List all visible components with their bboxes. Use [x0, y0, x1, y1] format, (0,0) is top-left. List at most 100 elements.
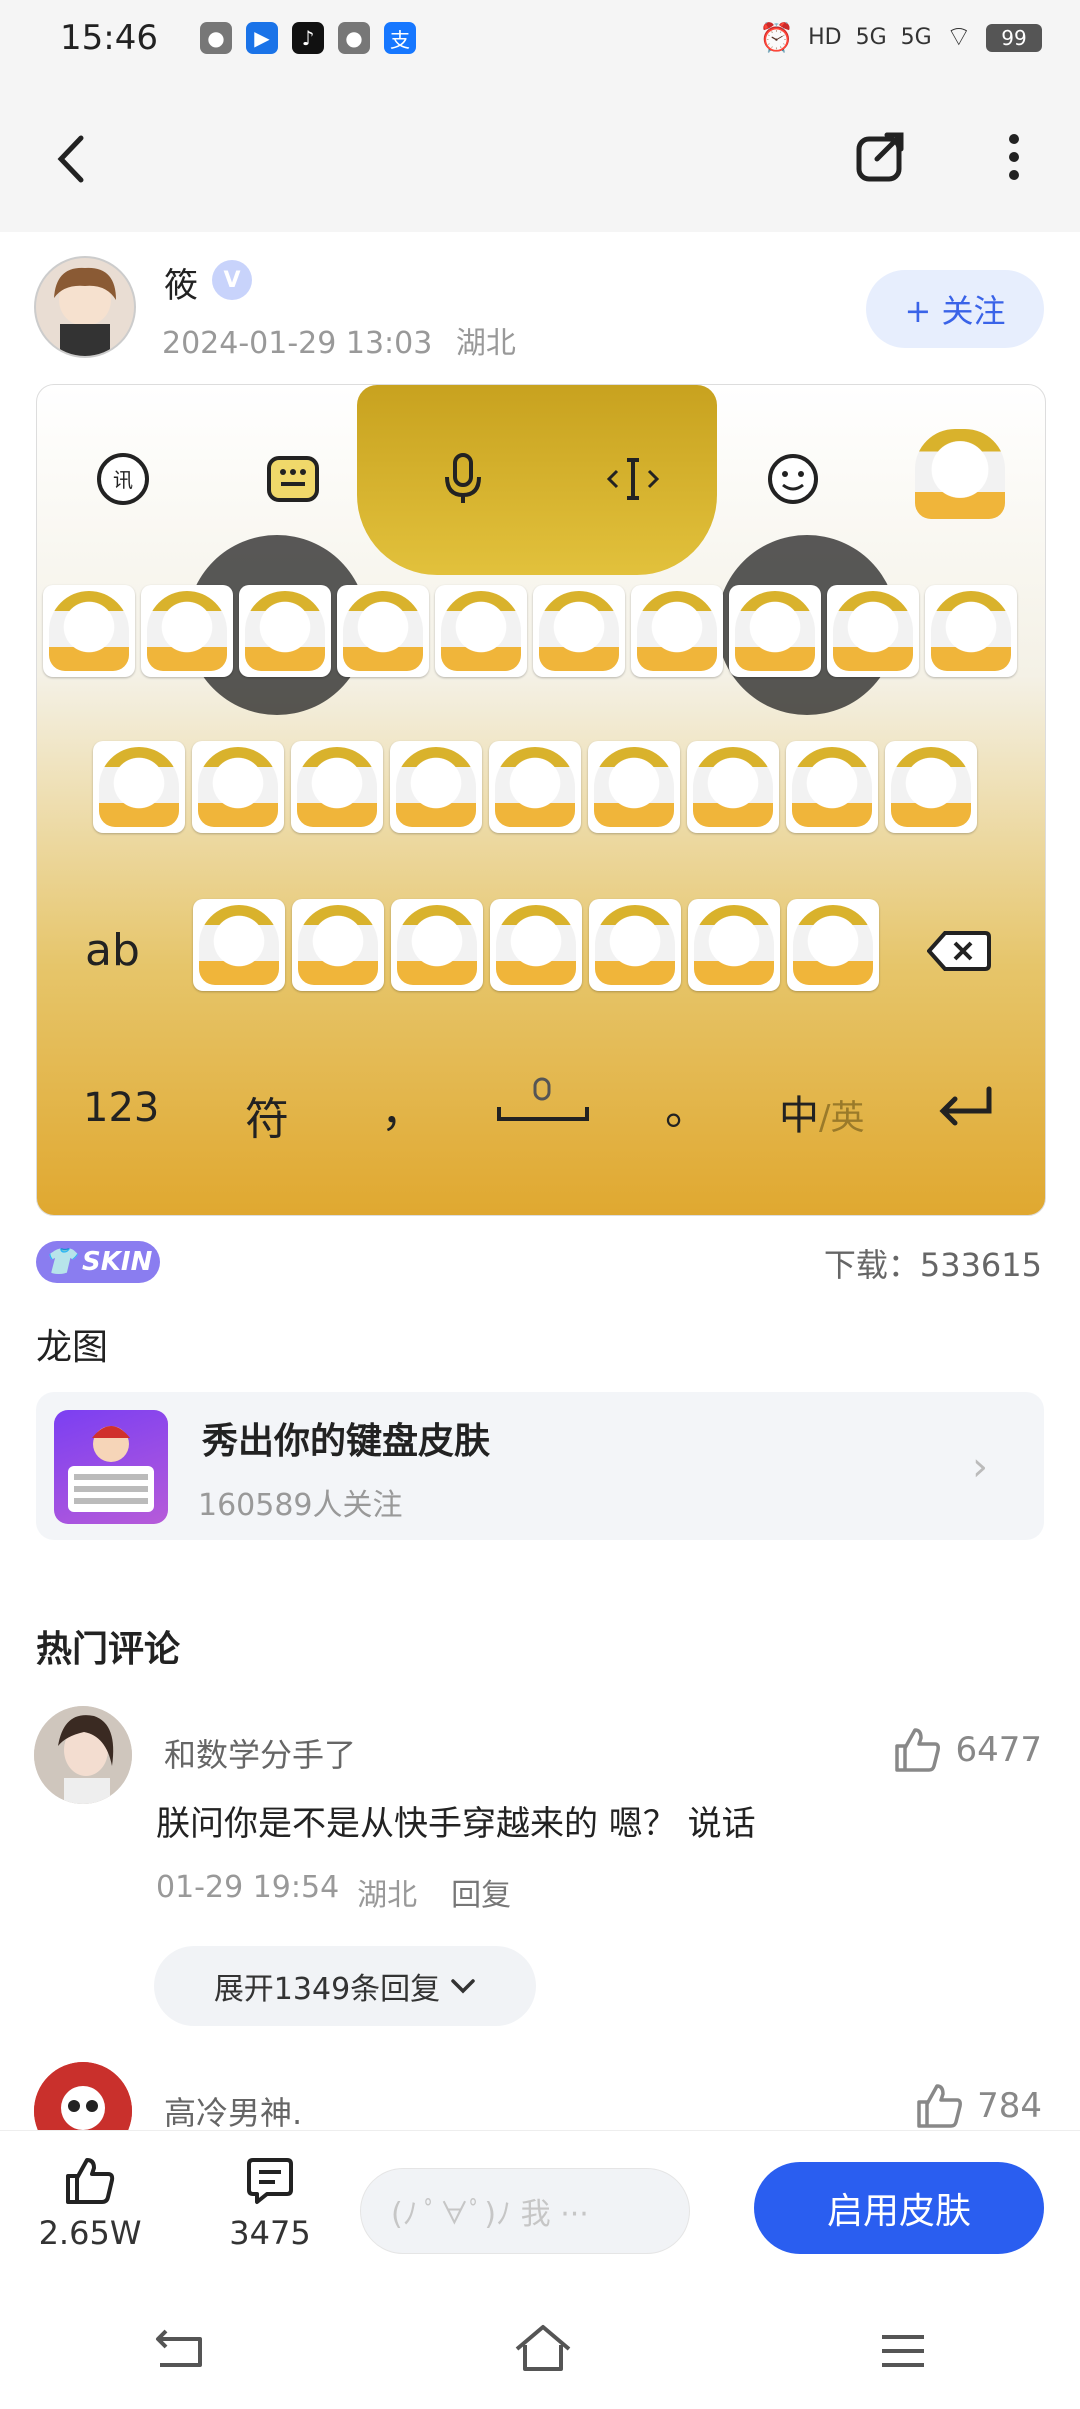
more-button[interactable] [994, 122, 1034, 192]
like-count: 2.65W [38, 2214, 142, 2252]
key-panda [49, 591, 129, 671]
key[interactable] [787, 899, 879, 991]
key[interactable] [885, 741, 977, 833]
symbol-key[interactable]: 符 [245, 1083, 289, 1147]
alarm-icon: ⏰ [759, 21, 795, 54]
lang-alt-label: /英 [819, 1098, 865, 1138]
key[interactable] [291, 741, 383, 833]
num-key[interactable]: 123 [83, 1085, 159, 1131]
key[interactable] [786, 741, 878, 833]
emoji-icon[interactable] [763, 449, 823, 509]
key[interactable] [588, 741, 680, 833]
keyboard-glyph [267, 456, 319, 502]
key-panda [637, 591, 717, 671]
key[interactable] [490, 899, 582, 991]
enter-icon [939, 1086, 992, 1126]
key[interactable] [533, 585, 625, 677]
comment-button[interactable]: 3475 [220, 2156, 320, 2252]
key-panda [396, 747, 476, 827]
system-home-button[interactable] [513, 2323, 573, 2386]
key[interactable] [631, 585, 723, 677]
key[interactable] [688, 899, 780, 991]
space-key[interactable] [495, 1071, 591, 1135]
cursor-glyph [606, 458, 660, 500]
cursor-icon[interactable] [603, 449, 663, 509]
tiktok-icon: ♪ [292, 22, 324, 54]
back-button[interactable] [40, 124, 100, 194]
comma-key[interactable]: ， [381, 1075, 425, 1139]
key[interactable] [391, 899, 483, 991]
download-value: 533615 [919, 1246, 1042, 1284]
key-panda [147, 591, 227, 671]
key[interactable] [337, 585, 429, 677]
topic-card[interactable] [36, 1392, 1044, 1540]
comment-author[interactable]: 和数学分手了 [164, 1730, 356, 1776]
ab-key[interactable]: ab [85, 925, 140, 976]
key-panda [735, 591, 815, 671]
comment-like-button[interactable]: 6477 [893, 1726, 1042, 1774]
skin-preview-image[interactable]: 讯 ab 123 符 ， 。 中/英 [36, 384, 1046, 1216]
reply-button[interactable]: 回复 [451, 1870, 511, 1914]
comment-input[interactable]: (ﾉ ﾟ∀ﾟ)ﾉ 我 ··· [360, 2168, 690, 2254]
key[interactable] [729, 585, 821, 677]
thumbs-up-icon [66, 2158, 115, 2204]
comment-like-button[interactable]: 784 [915, 2082, 1042, 2130]
key[interactable] [43, 585, 135, 677]
like-button[interactable]: 2.65W [38, 2156, 142, 2252]
period-key[interactable]: 。 [665, 1073, 709, 1137]
keyboard-icon[interactable] [263, 449, 323, 509]
avatar-image [54, 267, 116, 356]
key[interactable] [827, 585, 919, 677]
skin-badge-label: SKIN [82, 1247, 153, 1277]
author-name[interactable]: 筱 [164, 258, 198, 307]
expand-replies-label: 展开1349条回复 [213, 1972, 441, 2007]
lang-key[interactable]: 中/英 [779, 1083, 864, 1141]
panda-icon[interactable] [915, 429, 1005, 519]
post-location: 湖北 [455, 326, 516, 361]
system-back-button[interactable] [152, 2324, 208, 2384]
share-button[interactable] [850, 122, 912, 192]
status-time: 15:46 [60, 18, 158, 58]
enter-key[interactable] [937, 1085, 997, 1133]
key-panda [297, 747, 377, 827]
comment-count: 3475 [229, 2214, 311, 2252]
backspace-key[interactable] [926, 929, 991, 977]
key[interactable] [192, 741, 284, 833]
key[interactable] [141, 585, 233, 677]
key-panda [595, 905, 675, 985]
system-menu-button[interactable] [878, 2324, 928, 2384]
expand-replies-button[interactable]: 展开1349条回复 [154, 1946, 536, 2026]
iflytek-glyph: 讯 [97, 453, 149, 505]
comment-author[interactable]: 高冷男神. [164, 2088, 302, 2134]
mic-icon[interactable] [433, 449, 493, 509]
key-panda [931, 591, 1011, 671]
key[interactable] [589, 899, 681, 991]
key-panda [792, 747, 872, 827]
more-vertical-icon [1009, 134, 1019, 180]
comment-date: 01-29 19:54 [156, 1870, 340, 1905]
app-notify-icon: ▶ [246, 22, 278, 54]
download-label: 下载： [823, 1246, 920, 1284]
key-panda [397, 905, 477, 985]
space-mic-icon [497, 1077, 589, 1121]
key[interactable] [925, 585, 1017, 677]
key[interactable] [687, 741, 779, 833]
iflytek-icon[interactable]: 讯 [93, 449, 153, 509]
key[interactable] [489, 741, 581, 833]
key[interactable] [93, 741, 185, 833]
chevron-down-icon [451, 1979, 475, 1994]
comment-avatar[interactable] [34, 1706, 132, 1804]
back-icon [156, 2329, 203, 2367]
key[interactable] [435, 585, 527, 677]
follow-button[interactable]: + 关注 [866, 270, 1044, 348]
key-panda [891, 747, 971, 827]
panda-sticker [915, 429, 1005, 519]
top-nav [0, 84, 1080, 232]
key[interactable] [239, 585, 331, 677]
hot-comments-title: 热门评论 [36, 1629, 181, 1670]
apply-skin-button[interactable]: 启用皮肤 [754, 2162, 1044, 2254]
author-avatar[interactable] [34, 256, 136, 358]
key[interactable] [390, 741, 482, 833]
key[interactable] [292, 899, 384, 991]
key[interactable] [193, 899, 285, 991]
